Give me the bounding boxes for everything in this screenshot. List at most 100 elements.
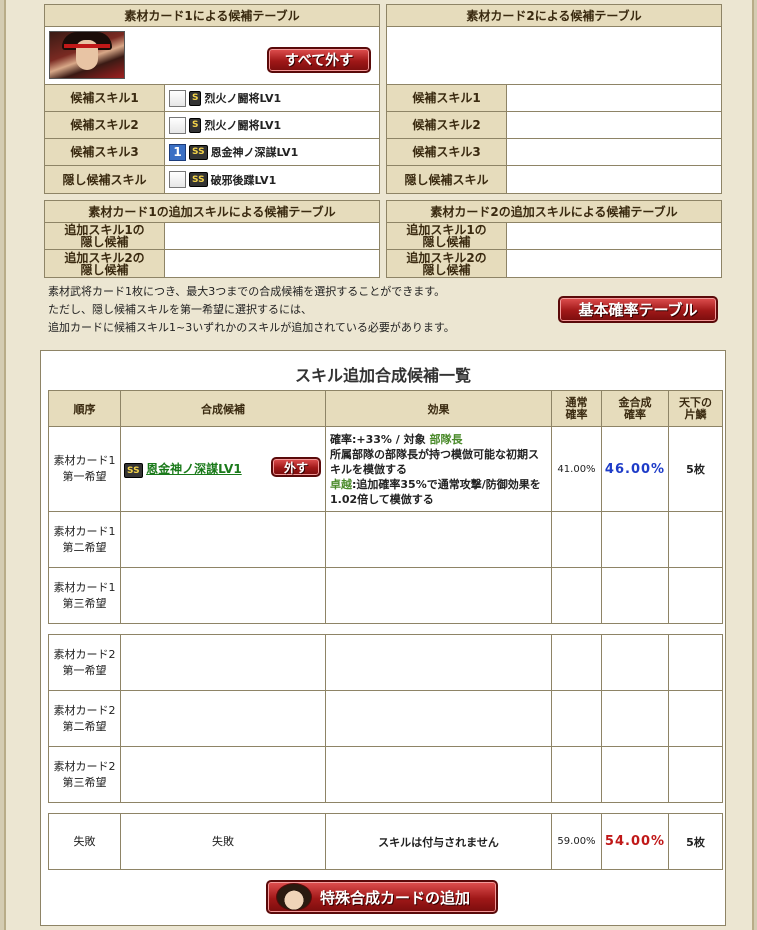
fail-tenka: 5枚 <box>668 813 723 870</box>
skill-label: 追加スキル1の 隠し候補 <box>45 223 165 249</box>
card2-title: 素材カード2による候補テーブル <box>387 5 721 27</box>
row-order: 素材カード2 第一希望 <box>48 634 121 691</box>
candidate-list-title: スキル追加合成候補一覧 <box>294 366 471 385</box>
card2-hidden-skill-row: 隠し候補スキル <box>387 166 721 193</box>
basic-probability-table-button[interactable]: 基本確率テーブル <box>558 296 718 323</box>
remove-all-button[interactable]: すべて外す <box>267 47 371 73</box>
add1-row-1: 追加スキル1の 隠し候補 <box>45 223 379 250</box>
header-effect: 効果 <box>325 390 552 427</box>
row-order: 素材カード1 第二希望 <box>48 511 121 568</box>
header-normal-rate: 通常 確率 <box>551 390 602 427</box>
card1-hidden-skill-row: 隠し候補スキル SS 破邪後蹀LV1 <box>45 166 379 193</box>
skill-checkbox[interactable] <box>169 171 186 188</box>
normal-rate: 41.00% <box>551 426 602 512</box>
header-gold-rate: 金合成 確率 <box>601 390 669 427</box>
table-row: 素材カード1 第一希望 SS 恩金神ノ深謀LV1 外す 確率:+33% / 対象… <box>48 426 723 512</box>
card1-skill-row-3: 候補スキル3 1 SS 恩金神ノ深謀LV1 <box>45 139 379 166</box>
card2-list-table: 素材カード2 第一希望 素材カード2 第二希望 素材カード2 第三希望 <box>48 634 723 803</box>
card2-skill-row-2: 候補スキル2 <box>387 112 721 139</box>
skill-label: 隠し候補スキル <box>45 166 165 193</box>
header-row: 順序 合成候補 効果 通常 確率 金合成 確率 天下の 片鱗 <box>48 390 723 427</box>
add2-row-2: 追加スキル2の 隠し候補 <box>387 250 721 277</box>
skill-label: 候補スキル3 <box>387 139 507 165</box>
effect-line-3: :追加確率35%で通常攻撃/防御効果を1.02倍して模倣する <box>330 477 541 506</box>
skill-label: 候補スキル1 <box>387 85 507 111</box>
candidate-skill-link[interactable]: 恩金神ノ深謀LV1 <box>146 462 242 476</box>
remove-candidate-button[interactable]: 外す <box>271 457 321 477</box>
skill-checkbox[interactable] <box>169 116 186 134</box>
add1-row-2: 追加スキル2の 隠し候補 <box>45 250 379 277</box>
main-frame: 素材カード1による候補テーブル すべて外す 候補スキル1 S 烈火ノ闘将LV1 候… <box>4 0 754 930</box>
fail-normal-rate: 59.00% <box>551 813 602 870</box>
table-row: 素材カード2 第三希望 <box>48 746 723 803</box>
skill-name: 烈火ノ闘将LV1 <box>204 119 282 132</box>
skill-label: 追加スキル2の 隠し候補 <box>45 250 165 277</box>
table-row: 素材カード1 第二希望 <box>48 511 723 568</box>
fail-gold-rate: 54.00% <box>601 813 669 870</box>
card-portrait[interactable] <box>49 31 125 79</box>
fail-row: 失敗 失敗 スキルは付与されません 59.00% 54.00% 5枚 <box>48 813 723 870</box>
skill-label: 追加スキル1の 隠し候補 <box>387 223 507 249</box>
rank-badge: SS <box>189 144 208 160</box>
skill-label: 候補スキル2 <box>387 112 507 138</box>
card2-skill-row-1: 候補スキル1 <box>387 85 721 112</box>
skill-label: 隠し候補スキル <box>387 166 507 193</box>
table-row: 素材カード2 第二希望 <box>48 690 723 747</box>
card1-title: 素材カード1による候補テーブル <box>45 5 379 27</box>
header-order: 順序 <box>48 390 121 427</box>
tenka-count: 5枚 <box>668 426 723 512</box>
gold-rate: 46.00% <box>601 426 669 512</box>
skill-label: 候補スキル1 <box>45 85 165 111</box>
header-candidate: 合成候補 <box>120 390 326 427</box>
effect-cell: 確率:+33% / 対象 部隊長 所属部隊の部隊長が持つ模倣可能な初期スキルを模… <box>325 426 552 512</box>
add2-title: 素材カード2の追加スキルによる候補テーブル <box>387 201 721 223</box>
rank-badge: SS <box>124 463 143 479</box>
card1-skill-row-2: 候補スキル2 S 烈火ノ闘将LV1 <box>45 112 379 139</box>
fail-order: 失敗 <box>48 813 121 870</box>
fail-candidate: 失敗 <box>120 813 326 870</box>
card2-additional-table: 素材カード2の追加スキルによる候補テーブル 追加スキル1の 隠し候補 追加スキル… <box>386 200 722 278</box>
add-special-card-button[interactable]: 特殊合成カードの追加 <box>266 880 498 914</box>
header-tenka: 天下の 片鱗 <box>668 390 723 427</box>
card2-skill-row-3: 候補スキル3 <box>387 139 721 166</box>
skill-checkbox[interactable] <box>169 89 186 107</box>
character-icon <box>276 883 312 911</box>
card1-portrait-area: すべて外す <box>45 27 379 85</box>
effect-tag: 卓越 <box>330 477 352 491</box>
skill-name: 恩金神ノ深謀LV1 <box>210 146 299 159</box>
fail-table: 失敗 失敗 スキルは付与されません 59.00% 54.00% 5枚 <box>48 813 723 870</box>
effect-line-2: 所属部隊の部隊長が持つ模倣可能な初期スキルを模倣する <box>330 447 539 476</box>
effect-target: 部隊長 <box>429 432 463 446</box>
candidate-list-table: 順序 合成候補 効果 通常 確率 金合成 確率 天下の 片鱗 素材カード1 第一… <box>48 390 723 624</box>
skill-name: 烈火ノ闘将LV1 <box>204 92 282 105</box>
selected-order-badge[interactable]: 1 <box>169 143 186 161</box>
table-row: 素材カード2 第一希望 <box>48 634 723 691</box>
card2-portrait-area <box>387 27 721 85</box>
add-special-card-label: 特殊合成カードの追加 <box>320 888 471 907</box>
note-line-2: ただし、隠し候補スキルを第一希望に選択するには、 <box>48 303 312 316</box>
add1-title: 素材カード1の追加スキルによる候補テーブル <box>45 201 379 223</box>
row-order: 素材カード2 第三希望 <box>48 746 121 803</box>
skill-name: 破邪後蹀LV1 <box>210 173 277 187</box>
rank-badge: S <box>189 90 202 106</box>
effect-prefix: 確率:+33% / 対象 <box>330 432 430 446</box>
fail-effect: スキルは付与されません <box>325 813 552 870</box>
card1-candidate-table: 素材カード1による候補テーブル すべて外す 候補スキル1 S 烈火ノ闘将LV1 候… <box>44 4 380 194</box>
row-order: 素材カード2 第二希望 <box>48 690 121 747</box>
portrait-headband <box>64 44 110 48</box>
skill-label: 候補スキル2 <box>45 112 165 138</box>
note-line-3: 追加カードに候補スキル1~3いずれかのスキルが追加されている必要があります。 <box>48 321 455 334</box>
add2-row-1: 追加スキル1の 隠し候補 <box>387 223 721 250</box>
skill-label: 候補スキル3 <box>45 139 165 165</box>
row-order: 素材カード1 第三希望 <box>48 567 121 624</box>
row-order: 素材カード1 第一希望 <box>48 426 121 512</box>
note-line-1: 素材武将カード1枚につき、最大3つまでの合成候補を選択することができます。 <box>48 285 446 298</box>
candidate-cell: SS 恩金神ノ深謀LV1 外す <box>120 426 326 512</box>
table-row: 素材カード1 第三希望 <box>48 567 723 624</box>
rank-badge: S <box>189 117 202 133</box>
card1-additional-table: 素材カード1の追加スキルによる候補テーブル 追加スキル1の 隠し候補 追加スキル… <box>44 200 380 278</box>
card2-candidate-table: 素材カード2による候補テーブル 候補スキル1 候補スキル2 候補スキル3 隠し候… <box>386 4 722 194</box>
rank-badge: SS <box>189 172 208 187</box>
card1-skill-row-1: 候補スキル1 S 烈火ノ闘将LV1 <box>45 85 379 112</box>
skill-label: 追加スキル2の 隠し候補 <box>387 250 507 277</box>
